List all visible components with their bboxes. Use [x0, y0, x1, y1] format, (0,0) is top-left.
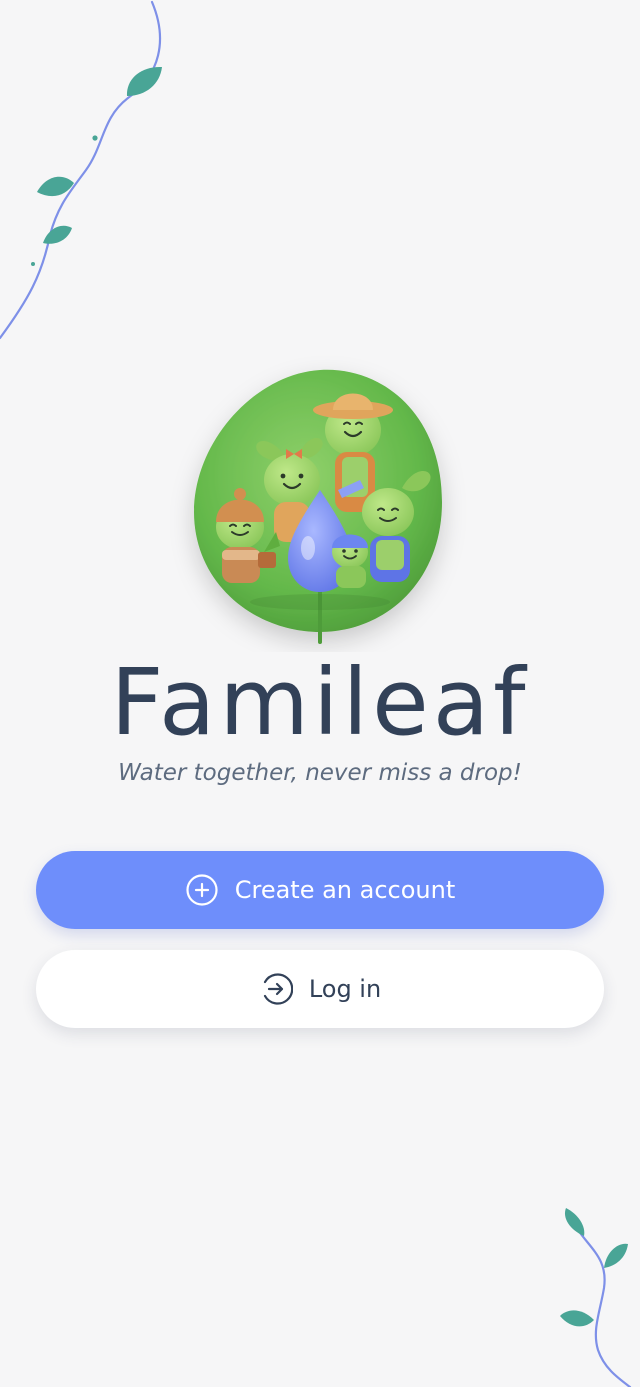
login-button[interactable]: Log in [36, 950, 604, 1028]
login-label: Log in [308, 975, 382, 1003]
tagline: Water together, never miss a drop! [118, 760, 522, 786]
decorative-vine-bottom-icon [560, 1208, 632, 1387]
arrow-right-circle-icon [259, 972, 293, 1006]
family-plant-illustration [194, 369, 442, 644]
app-name: Famileaf [110, 649, 530, 756]
plus-circle-icon [185, 873, 219, 907]
create-account-button[interactable]: Create an account [36, 851, 604, 929]
decorative-vine-top-icon [0, 0, 162, 340]
create-account-label: Create an account [234, 876, 456, 904]
